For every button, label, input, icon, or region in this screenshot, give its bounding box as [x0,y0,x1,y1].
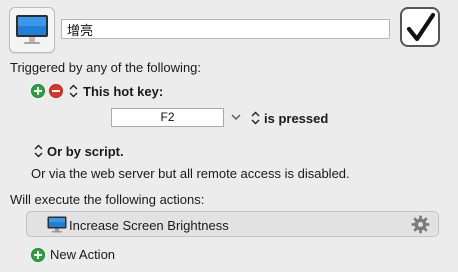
hotkey-mode-updown-icon[interactable] [251,111,260,125]
gear-icon[interactable] [411,215,430,234]
web-server-note: Or via the web server but all remote acc… [31,166,350,181]
macro-name-input[interactable] [61,19,390,39]
monitor-icon [47,216,67,233]
hotkey-field[interactable]: F2 [111,108,224,127]
minus-icon [52,90,60,92]
actions-heading: Will execute the following actions: [10,192,205,207]
hotkey-mode-select[interactable]: is pressed [264,111,328,126]
monitor-icon [16,15,48,44]
script-trigger-label: Or by script. [47,144,124,159]
action-item[interactable]: Increase Screen Brightness [26,211,439,237]
hotkey-trigger-label: This hot key: [83,84,164,99]
hotkey-trigger-type-updown-icon[interactable] [69,84,78,98]
remove-trigger-button[interactable] [49,84,63,98]
add-trigger-button[interactable] [31,84,45,98]
plus-icon [34,87,42,95]
macro-icon-well[interactable] [9,7,55,53]
triggers-heading: Triggered by any of the following: [10,60,202,75]
script-trigger-updown-icon[interactable] [34,144,43,158]
checkmark-icon [406,12,436,42]
action-label: Increase Screen Brightness [69,218,229,233]
plus-icon [34,251,42,259]
macro-enabled-checkbox[interactable] [400,7,440,47]
chevron-down-icon[interactable] [231,114,241,121]
new-action-button[interactable] [31,248,45,262]
new-action-label[interactable]: New Action [50,247,115,262]
